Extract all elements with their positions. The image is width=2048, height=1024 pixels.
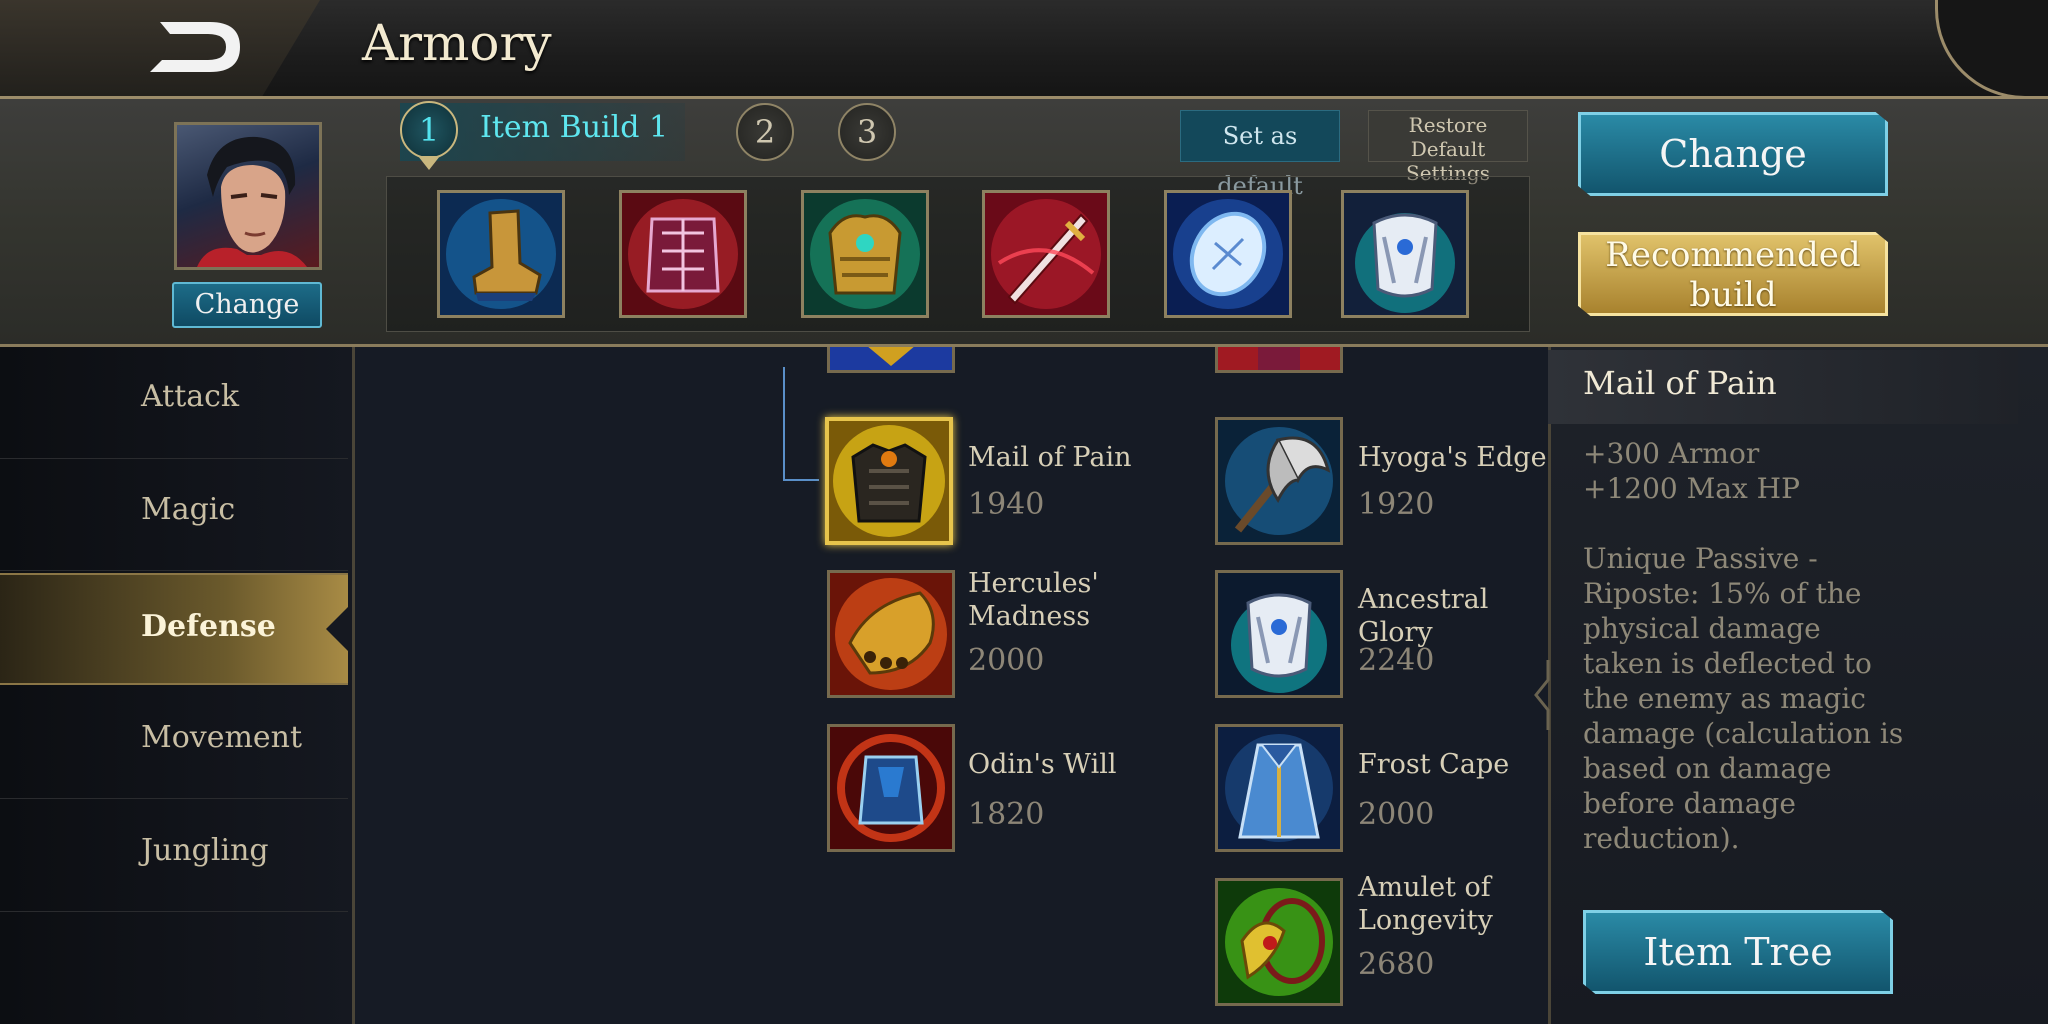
item-hercules-madness[interactable] xyxy=(827,570,955,698)
restore-default-label-1: Restore Default xyxy=(1408,113,1488,161)
item-name: Frost Cape xyxy=(1358,749,1510,780)
item-name: Mail of Pain xyxy=(968,442,1132,473)
hero-portrait[interactable] xyxy=(174,122,322,270)
category-label: Jungling xyxy=(141,833,269,868)
build-tab-label: Item Build 1 xyxy=(480,110,669,145)
item-odins-will[interactable] xyxy=(827,724,955,852)
build-tab-3[interactable]: 3 xyxy=(838,103,896,161)
category-defense[interactable]: Defense xyxy=(0,573,348,685)
category-label: Movement xyxy=(141,720,303,755)
tree-connector xyxy=(783,479,819,481)
detail-stat: +1200 Max HP xyxy=(1583,472,1800,505)
partial-item-icon xyxy=(830,347,952,370)
detail-description-line: reduction). xyxy=(1583,822,1740,855)
detail-description-line: Unique Passive - xyxy=(1583,542,1818,575)
mail-of-pain-icon xyxy=(829,421,949,541)
back-arrow-icon[interactable] xyxy=(140,12,250,82)
item-name-line-2: Longevity xyxy=(1358,905,1493,936)
hyogas-edge-icon xyxy=(1218,420,1340,542)
gauntlet-icon xyxy=(622,193,744,315)
hero-avatar-icon xyxy=(197,136,307,267)
item-price: 2680 xyxy=(1358,947,1435,982)
detail-description-line: the enemy as magic xyxy=(1583,682,1866,715)
item-frost-cape[interactable] xyxy=(1215,724,1343,852)
scrolled-item-icon[interactable] xyxy=(827,347,955,373)
frost-cape-icon xyxy=(1218,727,1340,849)
item-price: 2000 xyxy=(1358,797,1435,832)
item-name-line-1: Amulet of xyxy=(1358,872,1491,903)
category-jungling[interactable]: Jungling xyxy=(0,800,348,912)
item-name: Hyoga's Edge xyxy=(1358,442,1547,473)
item-amulet-of-longevity[interactable] xyxy=(1215,878,1343,1006)
build-slot-1[interactable] xyxy=(437,190,565,318)
hercules-madness-icon xyxy=(830,573,952,695)
item-name-line-2: Madness xyxy=(968,601,1091,632)
build-tab-2[interactable]: 2 xyxy=(736,103,794,161)
ancestral-glory-icon xyxy=(1218,573,1340,695)
restore-default-button[interactable]: Restore Default Settings xyxy=(1368,110,1528,185)
detail-description-line: before damage xyxy=(1583,787,1796,820)
item-name: Ancestral Glory xyxy=(1358,584,1489,648)
item-price: 1940 xyxy=(968,487,1045,522)
active-category-arrow-icon xyxy=(326,607,348,651)
build-slot-5[interactable] xyxy=(1164,190,1292,318)
partial-item-icon xyxy=(1218,347,1340,370)
item-name: Odin's Will xyxy=(968,749,1117,780)
detail-description-line: based on damage xyxy=(1583,752,1832,785)
detail-stat: +300 Armor xyxy=(1583,437,1760,470)
build-slot-2[interactable] xyxy=(619,190,747,318)
item-hyogas-edge[interactable] xyxy=(1215,417,1343,545)
set-as-default-button[interactable]: Set as default xyxy=(1180,110,1340,200)
recommended-label-2: build xyxy=(1689,275,1777,315)
item-price: 2000 xyxy=(968,643,1045,678)
category-magic[interactable]: Magic xyxy=(0,459,348,571)
build-slot-6[interactable] xyxy=(1341,190,1469,318)
hero-change-button[interactable]: Change xyxy=(172,282,322,328)
change-build-button[interactable]: Change xyxy=(1578,112,1888,196)
detail-item-name: Mail of Pain xyxy=(1583,364,1777,402)
scrolled-item-icon[interactable] xyxy=(1215,347,1343,373)
item-mail-of-pain[interactable] xyxy=(825,417,953,545)
category-movement[interactable]: Movement xyxy=(0,687,348,799)
category-attack[interactable]: Attack xyxy=(0,347,348,459)
build-slot-3[interactable] xyxy=(801,190,929,318)
page-title: Armory xyxy=(362,14,552,72)
item-tree-button[interactable]: Item Tree xyxy=(1583,910,1893,994)
category-label: Defense xyxy=(141,609,276,644)
odins-will-icon xyxy=(830,727,952,849)
build-tab-number-1[interactable]: 1 xyxy=(400,101,458,159)
tree-connector xyxy=(783,367,785,480)
detail-description-line: physical damage xyxy=(1583,612,1821,645)
category-label: Attack xyxy=(141,379,240,414)
item-price: 1920 xyxy=(1358,487,1435,522)
item-name-line-1: Hercules' xyxy=(968,568,1099,599)
panel-divider-ornament-icon xyxy=(1534,660,1550,730)
item-price: 1820 xyxy=(968,797,1045,832)
item-price: 2240 xyxy=(1358,643,1435,678)
tab-pointer-icon xyxy=(418,156,440,170)
item-list: Mail of Pain 1940 Hercules' Madness 2000… xyxy=(355,347,1547,1024)
golden-armor-icon xyxy=(804,193,926,315)
boots-icon xyxy=(440,193,562,315)
item-ancestral-glory[interactable] xyxy=(1215,570,1343,698)
detail-description-line: damage (calculation is xyxy=(1583,717,1904,750)
ancestral-armor-icon xyxy=(1344,193,1466,315)
build-slot-4[interactable] xyxy=(982,190,1110,318)
crimson-blade-icon xyxy=(985,193,1107,315)
category-label: Magic xyxy=(141,492,236,527)
detail-description-line: taken is deflected to xyxy=(1583,647,1872,680)
recommended-build-button[interactable]: Recommended build xyxy=(1578,232,1888,316)
detail-description-line: Riposte: 15% of the xyxy=(1583,577,1862,610)
amulet-of-longevity-icon xyxy=(1218,881,1340,1003)
frost-shield-icon xyxy=(1167,193,1289,315)
recommended-label-1: Recommended xyxy=(1605,235,1861,275)
